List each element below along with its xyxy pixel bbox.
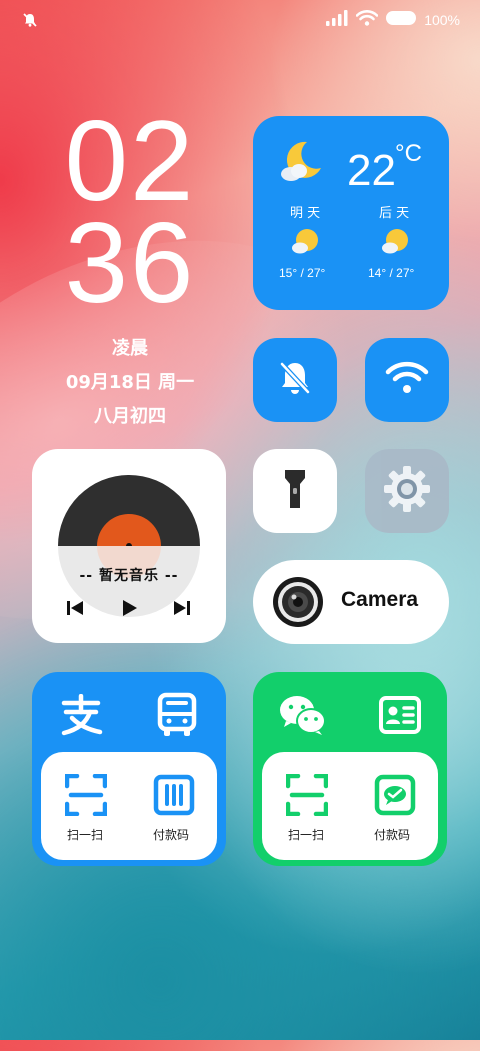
- forecast-day-label: 明 天: [290, 206, 321, 221]
- battery-icon: [386, 10, 417, 30]
- alipay-actions: 扫一扫 付款码: [41, 752, 217, 860]
- forecast-range: 14° / 27°: [368, 266, 415, 280]
- scan-icon: [285, 773, 329, 817]
- alipay-logo-icon[interactable]: [58, 693, 104, 740]
- wechat-scan-label: 扫一扫: [288, 828, 325, 842]
- time-period: 凌晨: [112, 338, 148, 359]
- clock-hour: 02: [64, 98, 196, 225]
- wechat-scan-button[interactable]: [285, 773, 329, 820]
- contact-card-icon[interactable]: [379, 696, 421, 738]
- moon-cloud-icon: [277, 138, 325, 190]
- signal-icon: [326, 10, 348, 30]
- wifi-icon: [355, 10, 379, 30]
- alipay-widget[interactable]: 扫一扫 付款码: [32, 672, 226, 866]
- flashlight-toggle[interactable]: [253, 449, 337, 533]
- wifi-toggle[interactable]: [365, 338, 449, 422]
- play-button[interactable]: [120, 599, 138, 621]
- silent-mode-toggle[interactable]: [253, 338, 337, 422]
- status-bar: 100%: [0, 0, 480, 40]
- wechat-logo-icon[interactable]: [279, 694, 327, 740]
- date-weekday: 09月18日 周一: [65, 372, 195, 393]
- gear-icon: [382, 464, 432, 518]
- weather-widget[interactable]: 22 °C 明 天 后 天 15° / 27° 14° / 27°: [253, 116, 449, 310]
- flashlight-icon: [283, 468, 307, 514]
- now-playing-title: -- 暂无音乐 --: [79, 568, 179, 584]
- wifi-icon: [385, 360, 429, 400]
- clock-minute: 36: [64, 200, 196, 327]
- alipay-scan-button[interactable]: [64, 773, 108, 820]
- wechat-actions: 扫一扫 付款码: [262, 752, 438, 860]
- previous-track-button[interactable]: [66, 599, 84, 621]
- camera-lens-icon: [273, 577, 323, 631]
- clock-widget[interactable]: 02 36: [60, 98, 200, 327]
- vinyl-record-icon: [58, 475, 200, 617]
- forecast-range: 15° / 27°: [279, 266, 326, 280]
- forecast-day-label: 后 天: [379, 206, 410, 221]
- settings-shortcut[interactable]: [365, 449, 449, 533]
- current-temperature: 22: [347, 146, 396, 195]
- lunar-date: 八月初四: [94, 406, 166, 427]
- music-widget[interactable]: -- 暂无音乐 --: [32, 449, 226, 643]
- partly-cloudy-icon: [289, 226, 321, 262]
- wechat-pay-icon: [374, 774, 416, 816]
- alipay-pay-code-button[interactable]: [153, 774, 195, 820]
- partly-cloudy-icon: [379, 226, 411, 262]
- wechat-pay-code-button[interactable]: [374, 774, 416, 820]
- date-widget[interactable]: 凌晨 09月18日 周一 八月初四: [30, 332, 230, 434]
- temperature-unit: °C: [395, 140, 422, 167]
- battery-percent: 100%: [424, 12, 460, 28]
- wechat-widget[interactable]: 扫一扫 付款码: [253, 672, 447, 866]
- bell-off-icon: [275, 358, 315, 402]
- bus-icon[interactable]: [156, 692, 198, 742]
- camera-shortcut[interactable]: Camera: [253, 560, 449, 644]
- alipay-scan-label: 扫一扫: [67, 828, 104, 842]
- barcode-icon: [153, 774, 195, 816]
- alipay-pay-label: 付款码: [153, 828, 190, 842]
- next-track-button[interactable]: [173, 599, 191, 621]
- mute-icon: [22, 12, 38, 32]
- wechat-pay-label: 付款码: [374, 828, 411, 842]
- scan-icon: [64, 773, 108, 817]
- camera-label: Camera: [341, 588, 419, 611]
